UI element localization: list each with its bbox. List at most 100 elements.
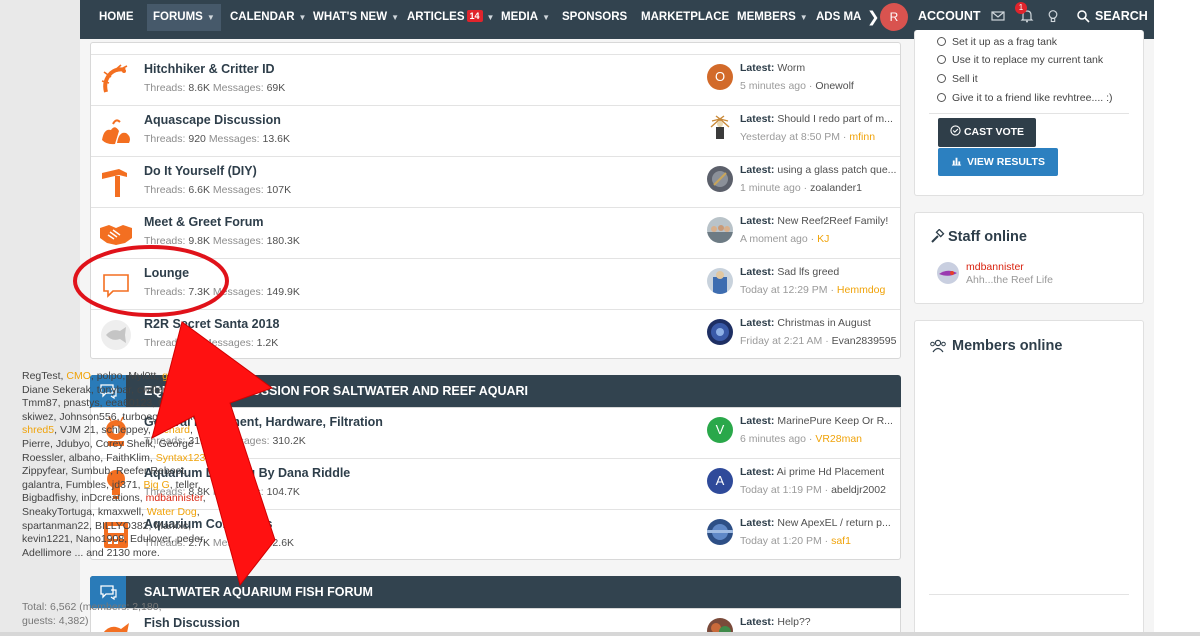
poll-option[interactable]: Give it to a friend like revhtree.... :): [937, 92, 1112, 104]
latest-time[interactable]: Friday at 2:21 AM: [740, 335, 822, 347]
member-link[interactable]: Edulover: [130, 533, 171, 545]
forum-title[interactable]: R2R Secret Santa 2018: [144, 317, 280, 331]
member-link[interactable]: teller: [176, 479, 198, 491]
latest-thread-title[interactable]: New ApexEL / return p...: [777, 517, 890, 529]
latest-user[interactable]: VR28man: [815, 433, 862, 445]
member-link[interactable]: Sumbub: [71, 465, 110, 477]
staff-member-name[interactable]: mdbannister: [966, 261, 1024, 273]
member-link[interactable]: Corey Shelk: [96, 438, 153, 450]
staff-avatar[interactable]: [937, 262, 959, 284]
chevron-down-icon[interactable]: ▼: [391, 13, 399, 22]
member-link[interactable]: CMO: [66, 370, 91, 382]
latest-time[interactable]: 1 minute ago: [740, 182, 801, 194]
forum-title[interactable]: Aquascape Discussion: [144, 113, 281, 127]
nav-sponsors[interactable]: SPONSORS: [562, 0, 627, 35]
latest-time[interactable]: 6 minutes ago: [740, 433, 806, 445]
latest-time[interactable]: Today at 12:29 PM: [740, 284, 828, 296]
forum-row-aquascape[interactable]: Aquascape Discussion Threads: 920 Messag…: [91, 106, 900, 157]
latest-time[interactable]: 5 minutes ago: [740, 80, 806, 92]
member-link[interactable]: Reefer Reboot: [116, 465, 184, 477]
latest-thread-title[interactable]: Christmas in August: [777, 317, 870, 329]
latest-time[interactable]: Today at 1:20 PM: [740, 535, 822, 547]
member-link[interactable]: Pierre: [22, 438, 50, 450]
forum-row-meet-greet[interactable]: Meet & Greet Forum Threads: 9.8K Message…: [91, 208, 900, 259]
latest-poster-avatar[interactable]: [707, 115, 733, 141]
latest-thread-title[interactable]: Worm: [777, 62, 805, 74]
poll-option[interactable]: Use it to replace my current tank: [937, 54, 1103, 66]
nav-media[interactable]: MEDIA ▼: [501, 0, 550, 35]
member-link[interactable]: tonybar: [97, 384, 131, 396]
latest-thread-title[interactable]: using a glass patch que...: [777, 164, 896, 176]
nav-more-arrow-icon[interactable]: ❯: [867, 0, 880, 35]
forum-title[interactable]: Lounge: [144, 266, 189, 280]
search-icon[interactable]: [1076, 9, 1090, 23]
latest-thread-link[interactable]: Latest: Christmas in August: [740, 317, 900, 329]
radio-icon[interactable]: [937, 74, 946, 83]
envelope-icon[interactable]: [991, 9, 1005, 23]
nav-ads-manager[interactable]: ADS MAN: [816, 0, 862, 35]
member-link[interactable]: mdbannister: [146, 492, 203, 504]
latest-thread-title[interactable]: Should I redo part of m...: [777, 113, 893, 125]
member-link[interactable]: Syntax1235: [156, 452, 211, 464]
latest-thread-link[interactable]: Latest: MarinePure Keep Or R...: [740, 415, 900, 427]
latest-poster-avatar[interactable]: [707, 519, 733, 545]
member-link[interactable]: Jdubyo: [56, 438, 90, 450]
member-link[interactable]: galantra: [22, 479, 60, 491]
latest-user[interactable]: KJ: [817, 233, 829, 245]
latest-thread-link[interactable]: Latest: Worm: [740, 62, 900, 74]
latest-thread-link[interactable]: Latest: using a glass patch que...: [740, 164, 900, 176]
poll-option[interactable]: Sell it: [937, 73, 978, 85]
forum-row-hitchhiker[interactable]: Hitchhiker & Critter ID Threads: 8.6K Me…: [91, 55, 900, 106]
member-link[interactable]: peder: [177, 533, 203, 545]
forum-title[interactable]: Do It Yourself (DIY): [144, 164, 257, 178]
forum-row-diy[interactable]: Do It Yourself (DIY) Threads: 6.6K Messa…: [91, 157, 900, 208]
member-link[interactable]: spartanman22: [22, 520, 89, 532]
member-link[interactable]: jd371: [112, 479, 138, 491]
latest-user[interactable]: Hemmdog: [837, 284, 885, 296]
lightbulb-icon[interactable]: [1046, 9, 1060, 23]
member-link[interactable]: skiwez: [22, 411, 54, 423]
member-link[interactable]: inDcreations: [81, 492, 139, 504]
latest-poster-avatar[interactable]: [707, 166, 733, 192]
nav-calendar[interactable]: CALENDAR ▼: [230, 0, 306, 35]
chevron-down-icon[interactable]: ▼: [487, 13, 495, 22]
member-link[interactable]: Big G: [143, 479, 169, 491]
member-link[interactable]: glennf: [162, 370, 191, 382]
latest-time[interactable]: A moment ago: [740, 233, 808, 245]
search-link[interactable]: SEARCH: [1095, 0, 1148, 33]
forum-row-secret-santa[interactable]: R2R Secret Santa 2018 Threads: 28 Messag…: [91, 310, 900, 361]
member-link[interactable]: Tmm87: [22, 397, 58, 409]
view-results-button[interactable]: VIEW RESULTS: [938, 148, 1058, 176]
member-link[interactable]: Johnson556: [59, 411, 116, 423]
nav-marketplace[interactable]: MARKETPLACE: [641, 0, 729, 35]
latest-user[interactable]: Evan2839595: [832, 335, 897, 347]
nav-whats-new[interactable]: WHAT'S NEW ▼: [313, 0, 399, 35]
latest-poster-avatar[interactable]: O: [707, 64, 733, 90]
member-link[interactable]: RegTest: [22, 370, 61, 382]
member-link[interactable]: Zippyfear: [22, 465, 65, 477]
poll-option[interactable]: Set it up as a frag tank: [937, 36, 1057, 48]
chevron-down-icon[interactable]: ▼: [299, 13, 307, 22]
member-link[interactable]: kevin1221: [22, 533, 70, 545]
latest-thread-link[interactable]: Latest: Sad lfs greed: [740, 266, 900, 278]
member-link[interactable]: Clownfishy: [158, 397, 208, 409]
member-link[interactable]: Water Dog: [147, 506, 197, 518]
latest-poster-avatar[interactable]: [707, 217, 733, 243]
latest-user[interactable]: Onewolf: [815, 80, 854, 92]
latest-thread-title[interactable]: MarinePure Keep Or R...: [777, 415, 893, 427]
member-link[interactable]: Nano1908: [76, 533, 124, 545]
member-link[interactable]: Richard: [154, 424, 190, 436]
latest-user[interactable]: saf1: [831, 535, 851, 547]
nav-members[interactable]: MEMBERS ▼: [737, 0, 808, 35]
chevron-down-icon[interactable]: ▼: [207, 13, 215, 22]
latest-thread-link[interactable]: Latest: Help??: [740, 616, 900, 628]
member-link[interactable]: shred5: [22, 424, 54, 436]
member-link[interactable]: pnastys: [63, 397, 99, 409]
nav-forums[interactable]: FORUMS ▼: [147, 4, 221, 31]
member-link[interactable]: kmaxwell: [98, 506, 141, 518]
member-link[interactable]: Adellimore: [22, 547, 72, 559]
latest-poster-avatar[interactable]: [707, 319, 733, 345]
latest-thread-title[interactable]: Ai prime Hd Placement: [777, 466, 884, 478]
latest-thread-link[interactable]: Latest: Should I redo part of m...: [740, 113, 900, 125]
member-link[interactable]: cwiller: [137, 384, 166, 396]
